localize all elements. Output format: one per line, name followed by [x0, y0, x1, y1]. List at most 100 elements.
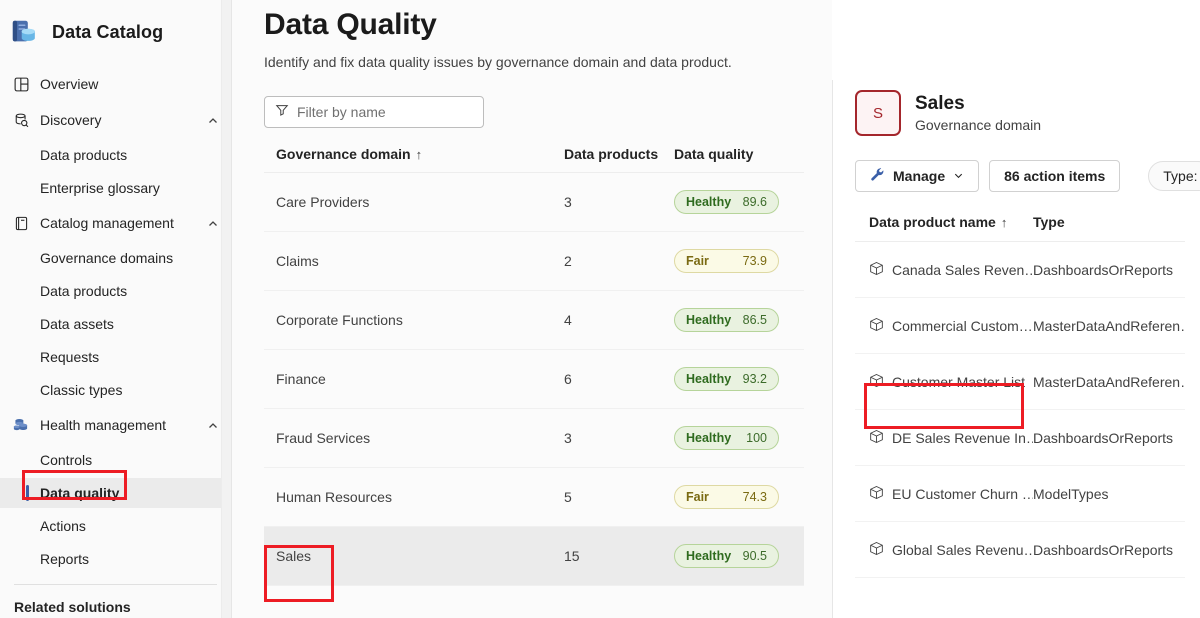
list-item[interactable]: EU Customer Churn … ModelTypes [855, 465, 1185, 522]
sidebar-item-discovery-data-products[interactable]: Data products [0, 140, 231, 170]
wrench-icon [870, 167, 885, 185]
book-icon [10, 215, 32, 232]
sidebar-item-discovery[interactable]: Discovery [0, 104, 231, 136]
sidebar-item-governance-domains[interactable]: Governance domains [0, 243, 231, 273]
column-header-governance-domain[interactable]: Governance domain ↑ [264, 146, 564, 173]
sidebar-item-catalog-data-products[interactable]: Data products [0, 276, 231, 306]
cell-data-product-name: DE Sales Revenue In… [855, 409, 1033, 466]
domain-detail-panel: S Sales Governance domain Manage 86 acti… [832, 80, 1200, 618]
data-product-name-label: Global Sales Revenu… [892, 541, 1033, 558]
quality-status-badge: Fair 74.3 [674, 485, 779, 509]
detail-toolbar: Manage 86 action items Type: [855, 160, 1200, 192]
badge-status-label: Healthy [686, 313, 732, 327]
brand-header[interactable]: Data Catalog [0, 0, 231, 64]
sort-ascending-icon: ↑ [1000, 215, 1008, 230]
governance-domain-table: Governance domain ↑ Data products Data qu… [264, 146, 804, 586]
package-box-icon [869, 261, 884, 279]
data-product-name-label: Commercial Custom… [892, 317, 1033, 334]
brand-title: Data Catalog [52, 21, 164, 42]
nav-list: Overview Discovery Data products Enterpr… [0, 68, 231, 615]
sidebar-item-label: Classic types [40, 382, 123, 398]
sidebar-item-data-quality[interactable]: Data quality [0, 478, 231, 508]
domain-kind-label: Governance domain [915, 117, 1042, 134]
sidebar-item-overview[interactable]: Overview [0, 68, 231, 100]
list-item[interactable]: Commercial Custom… MasterDataAndReferen… [855, 297, 1185, 354]
sidebar-item-health-management[interactable]: Health management [0, 409, 231, 441]
column-header-type[interactable]: Type [1033, 214, 1185, 242]
cell-domain-name: Human Resources [264, 467, 564, 527]
badge-status-label: Healthy [686, 549, 732, 563]
table-body: Care Providers 3 Healthy 89.6 Claims 2 F… [264, 172, 804, 586]
badge-score: 89.6 [742, 195, 767, 209]
page-subtitle: Identify and fix data quality issues by … [264, 54, 732, 70]
list-item[interactable]: Global Sales Revenu… DashboardsOrReports [855, 521, 1185, 578]
sidebar-item-label: Data products [40, 147, 128, 163]
column-header-data-quality[interactable]: Data quality [674, 146, 804, 173]
sort-ascending-icon: ↑ [415, 147, 423, 162]
cell-data-product-type: MasterDataAndReferen… [1033, 353, 1185, 410]
badge-score: 74.3 [742, 490, 767, 504]
cell-data-product-type: DashboardsOrReports [1033, 521, 1185, 578]
avatar: S [855, 90, 901, 136]
badge-status-label: Fair [686, 490, 709, 504]
quality-status-badge: Healthy 90.5 [674, 544, 779, 568]
cell-data-product-name: Global Sales Revenu… [855, 521, 1033, 578]
sidebar-item-actions[interactable]: Actions [0, 511, 231, 541]
column-label: Data product name [869, 214, 996, 230]
cell-domain-name: Corporate Functions [264, 290, 564, 350]
sidebar-item-classic-types[interactable]: Classic types [0, 375, 231, 405]
table-row[interactable]: Corporate Functions 4 Healthy 86.5 [264, 290, 804, 350]
cell-data-product-name: Canada Sales Reven… [855, 241, 1033, 298]
sidebar-item-label: Governance domains [40, 250, 174, 266]
sidebar-item-requests[interactable]: Requests [0, 342, 231, 372]
chevron-up-icon[interactable] [207, 114, 219, 126]
manage-button[interactable]: Manage [855, 160, 980, 192]
quality-status-badge: Healthy 86.5 [674, 308, 779, 332]
badge-score: 90.5 [742, 549, 767, 563]
sidebar-item-reports[interactable]: Reports [0, 544, 231, 574]
database-search-icon [10, 112, 32, 129]
data-product-name-label: Customer Master List [892, 373, 1026, 390]
table-row-sales[interactable]: Sales 15 Healthy 90.5 [264, 526, 804, 586]
filter-by-name-box[interactable] [264, 96, 484, 128]
table-row[interactable]: Claims 2 Fair 73.9 [264, 231, 804, 291]
column-header-data-product-name[interactable]: Data product name ↑ [855, 214, 1033, 242]
action-items-button[interactable]: 86 action items [989, 160, 1121, 192]
cell-domain-name: Fraud Services [264, 408, 564, 468]
table-row[interactable]: Human Resources 5 Fair 74.3 [264, 467, 804, 527]
sidebar-item-enterprise-glossary[interactable]: Enterprise glossary [0, 173, 231, 203]
list-item[interactable]: Canada Sales Reven… DashboardsOrReports [855, 241, 1185, 298]
sidebar-item-controls[interactable]: Controls [0, 445, 231, 475]
sidebar-related-solutions-heading[interactable]: Related solutions [0, 585, 231, 615]
domain-name: Sales [915, 92, 965, 114]
data-product-name-label: EU Customer Churn … [892, 485, 1033, 502]
sidebar-item-data-assets[interactable]: Data assets [0, 309, 231, 339]
sidebar-scrollbar[interactable] [221, 0, 231, 618]
type-filter-chip[interactable]: Type: [1148, 161, 1200, 191]
list-item[interactable]: DE Sales Revenue In… DashboardsOrReports [855, 409, 1185, 466]
data-product-name-label: DE Sales Revenue In… [892, 429, 1033, 446]
cell-domain-name: Sales [264, 526, 564, 586]
chevron-up-icon[interactable] [207, 419, 219, 431]
badge-status-label: Healthy [686, 431, 732, 445]
quality-status-badge: Healthy 93.2 [674, 367, 779, 391]
cell-product-count: 5 [564, 467, 674, 527]
cell-data-quality: Healthy 86.5 [674, 290, 804, 350]
cell-domain-name: Finance [264, 349, 564, 409]
data-quality-main-panel: Data Quality Identify and fix data quali… [232, 0, 832, 618]
column-header-data-products[interactable]: Data products [564, 146, 674, 173]
filter-by-name-input[interactable] [297, 97, 473, 127]
chevron-down-icon [953, 168, 964, 184]
quality-status-badge: Healthy 100 [674, 426, 779, 450]
funnel-filter-icon [275, 103, 289, 122]
table-row[interactable]: Care Providers 3 Healthy 89.6 [264, 172, 804, 232]
sidebar-item-catalog-management[interactable]: Catalog management [0, 207, 231, 239]
badge-score: 100 [746, 431, 767, 445]
cell-data-quality: Healthy 100 [674, 408, 804, 468]
cell-data-product-name: EU Customer Churn … [855, 465, 1033, 522]
table-row[interactable]: Finance 6 Healthy 93.2 [264, 349, 804, 409]
table-row[interactable]: Fraud Services 3 Healthy 100 [264, 408, 804, 468]
sidebar-item-label: Requests [40, 349, 100, 365]
chevron-up-icon[interactable] [207, 217, 219, 229]
data-product-customer-master-list[interactable]: Customer Master List MasterDataAndRefere… [855, 353, 1185, 410]
